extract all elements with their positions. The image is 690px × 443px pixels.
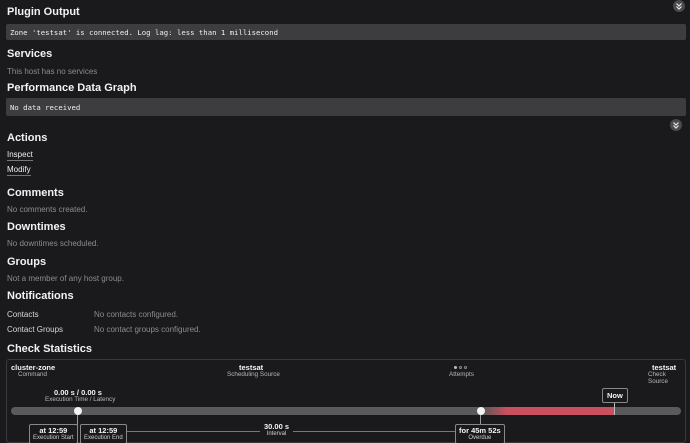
timeline-overdue-segment bbox=[483, 407, 615, 415]
chevron-down-icon bbox=[676, 3, 682, 10]
section-title-groups: Groups bbox=[7, 256, 47, 268]
execution-time-label: Execution Time / Latency bbox=[45, 396, 116, 403]
notifications-contact-groups-label: Contact Groups bbox=[7, 325, 64, 334]
section-title-services: Services bbox=[7, 48, 53, 60]
command-label: Command bbox=[18, 371, 48, 378]
groups-empty-text: Not a member of any host group. bbox=[7, 274, 124, 283]
chevron-down-icon bbox=[673, 122, 679, 129]
action-modify-link[interactable]: Modify bbox=[7, 165, 31, 176]
section-title-plugin-output: Plugin Output bbox=[7, 6, 80, 18]
overdue-start-dot bbox=[477, 407, 485, 415]
section-title-actions: Actions bbox=[7, 132, 48, 144]
section-title-check-statistics: Check Statistics bbox=[7, 343, 92, 355]
execution-start-dot bbox=[74, 407, 82, 415]
check-statistics-panel: cluster-zone Command testsat Scheduling … bbox=[6, 359, 686, 443]
section-title-performance-data-graph: Performance Data Graph bbox=[7, 82, 137, 94]
interval-tag: 30.00 s Interval bbox=[260, 422, 294, 438]
section-title-notifications: Notifications bbox=[7, 290, 74, 302]
timeline-now-marker bbox=[614, 403, 615, 415]
notifications-contact-groups-value: No contact groups configured. bbox=[94, 325, 201, 334]
section-title-comments: Comments bbox=[7, 187, 64, 199]
perfdata-text: No data received bbox=[6, 98, 686, 116]
execution-start-tag: at 12:59 Execution Start bbox=[29, 424, 78, 443]
services-empty-text: This host has no services bbox=[7, 67, 98, 76]
now-badge: Now bbox=[602, 388, 628, 403]
notifications-contacts-label: Contacts bbox=[7, 310, 39, 319]
notifications-contacts-value: No contacts configured. bbox=[94, 310, 179, 319]
attempts-dots-icon bbox=[454, 366, 468, 370]
downtimes-empty-text: No downtimes scheduled. bbox=[7, 239, 99, 248]
execution-end-tag: at 12:59 Execution End bbox=[80, 424, 127, 443]
plugin-output-text: Zone 'testsat' is connected. Log lag: le… bbox=[6, 24, 686, 40]
attempts-label: Attempts bbox=[449, 371, 474, 378]
collapse-toggle-top[interactable] bbox=[673, 0, 685, 12]
scheduling-source-label: Scheduling Source bbox=[227, 371, 280, 378]
comments-empty-text: No comments created. bbox=[7, 205, 88, 214]
check-source-label: Check Source bbox=[648, 371, 668, 385]
collapse-toggle-perfdata[interactable] bbox=[670, 119, 682, 131]
action-inspect-link[interactable]: Inspect bbox=[7, 150, 33, 161]
overdue-tag: for 45m 52s Overdue bbox=[455, 424, 505, 443]
section-title-downtimes: Downtimes bbox=[7, 221, 66, 233]
